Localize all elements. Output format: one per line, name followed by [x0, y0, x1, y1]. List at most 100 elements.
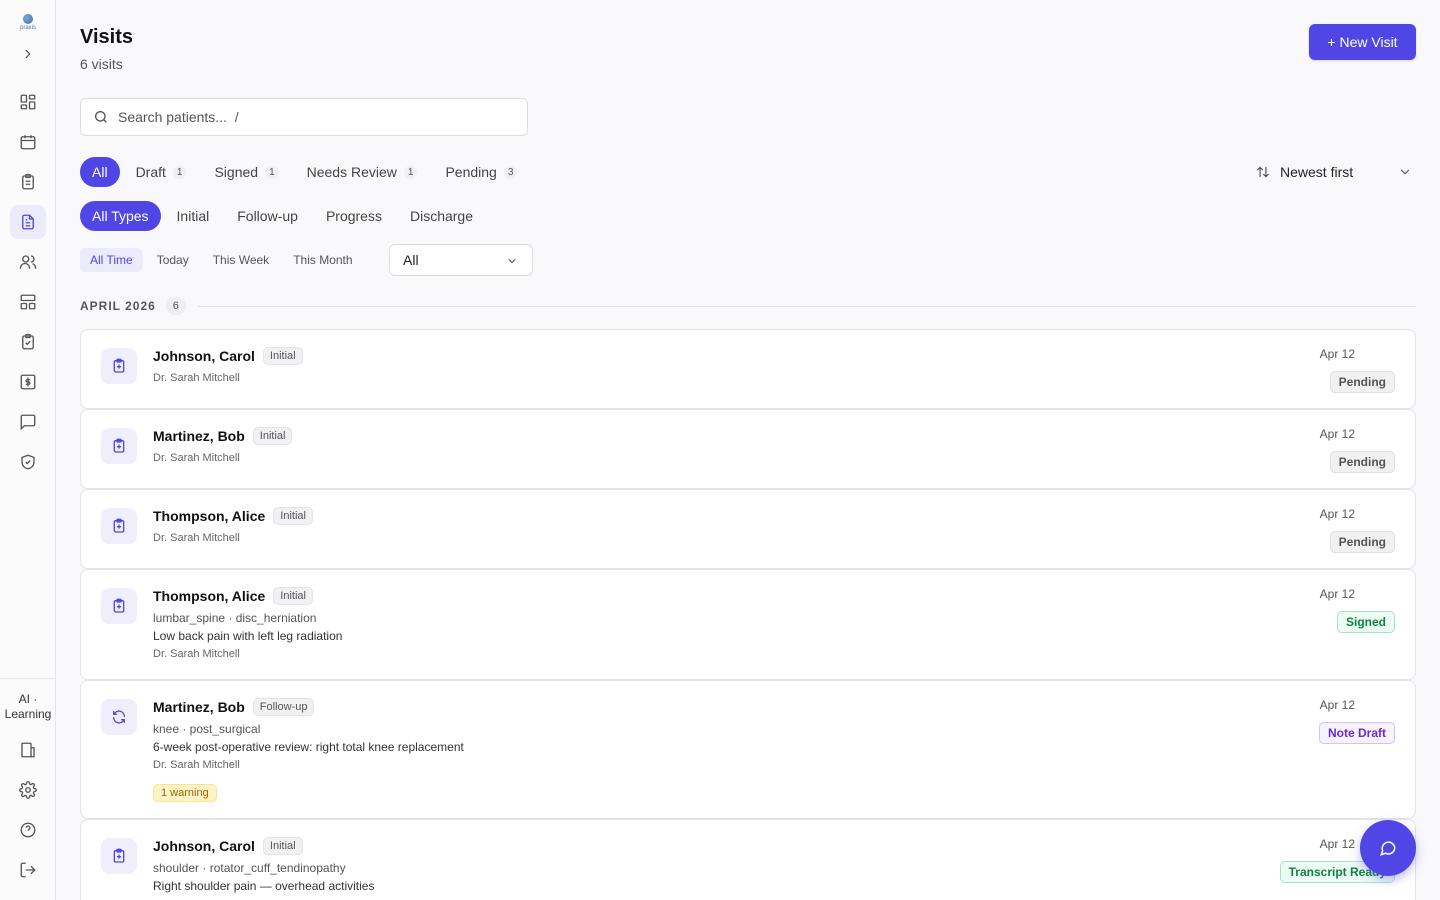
sort-dropdown[interactable]: Newest first	[1256, 160, 1416, 184]
body-region: knee · post_surgical	[153, 722, 261, 736]
search-box[interactable]	[80, 98, 528, 136]
patient-name-text: Martinez, Bob	[153, 428, 245, 444]
visit-card[interactable]: Thompson, Alice Initial lumbar_spine · di…	[80, 569, 1416, 680]
filter-status-needs-review[interactable]: Needs Review 1	[295, 157, 430, 187]
filter-time-all[interactable]: All Time	[80, 248, 143, 272]
filter-label: All	[92, 164, 108, 180]
visit-card[interactable]: Johnson, Carol Initial Dr. Sarah Mitchell…	[80, 329, 1416, 409]
sidebar-item-reviews[interactable]	[10, 325, 46, 359]
sidebar-item-organization[interactable]	[10, 733, 46, 767]
visit-type-icon-box	[101, 838, 137, 874]
sidebar-item-calendar[interactable]	[10, 125, 46, 159]
sidebar-item-tasks[interactable]	[10, 165, 46, 199]
time-filter-bar: All Time Today This Week This Month	[80, 248, 367, 272]
sidebar-item-settings[interactable]	[10, 773, 46, 807]
logo-mark-icon	[23, 14, 33, 24]
visit-card[interactable]: Martinez, Bob Follow-up knee · post_surgi…	[80, 680, 1416, 819]
dollar-icon	[20, 374, 36, 390]
patient-name-text: Thompson, Alice	[153, 588, 266, 604]
patient-name: Thompson, Alice Initial	[153, 587, 313, 605]
filter-type-discharge[interactable]: Discharge	[398, 201, 485, 231]
month-group-count: 6	[165, 297, 186, 315]
visit-card[interactable]: Thompson, Alice Initial Dr. Sarah Mitchel…	[80, 489, 1416, 569]
visit-type-badge: Follow-up	[252, 698, 315, 716]
filter-status-pending[interactable]: Pending 3	[433, 157, 529, 187]
patient-name: Thompson, Alice Initial	[153, 507, 313, 525]
sidebar-item-patients[interactable]	[10, 245, 46, 279]
clipboard-list-icon	[22, 173, 34, 190]
visit-type-badge: Initial	[262, 347, 303, 365]
sidebar-item-billing[interactable]	[10, 365, 46, 399]
patient-name: Martinez, Bob Initial	[153, 427, 293, 445]
chief-complaint: 6-week post-operative review: right tota…	[153, 740, 464, 754]
chevron-down-icon	[508, 259, 516, 264]
filter-time-week[interactable]: This Week	[203, 248, 279, 272]
patient-name-text: Martinez, Bob	[153, 699, 245, 715]
main-content: Visits 6 visits + New Visit All Draft 1 S…	[56, 0, 1440, 900]
body-region: shoulder · rotator_cuff_tendinopathy	[153, 861, 346, 875]
filter-label: Signed	[214, 164, 259, 180]
filter-time-month[interactable]: This Month	[283, 248, 362, 272]
month-group-header: APRIL 2026 6	[80, 296, 1416, 316]
filter-type-initial[interactable]: Initial	[165, 201, 222, 231]
help-icon	[20, 822, 36, 838]
filter-status-draft[interactable]: Draft 1	[124, 157, 199, 187]
filter-status-all[interactable]: All	[80, 157, 120, 187]
sidebar: praxis AI · Learning	[0, 0, 56, 900]
patient-name-text: Johnson, Carol	[153, 838, 255, 854]
logout-icon	[20, 862, 36, 878]
expand-sidebar-button[interactable]	[18, 44, 38, 64]
visit-card[interactable]: Martinez, Bob Initial Dr. Sarah Mitchell …	[80, 409, 1416, 489]
sidebar-item-messages[interactable]	[10, 405, 46, 439]
sidebar-item-compliance[interactable]	[10, 445, 46, 479]
visit-type-badge: Initial	[273, 507, 313, 525]
shield-check-icon	[21, 454, 35, 470]
gear-icon	[19, 781, 37, 799]
warning-badge: 1 warning	[153, 784, 217, 802]
visit-card[interactable]: Johnson, Carol Initial shoulder · rotator…	[80, 819, 1416, 900]
clipboard-check-icon	[22, 333, 34, 350]
provider-name: Dr. Sarah Mitchell	[153, 372, 240, 384]
sidebar-item-help[interactable]	[10, 813, 46, 847]
sidebar-item-visits[interactable]	[10, 205, 46, 239]
filter-type-follow-up[interactable]: Follow-up	[225, 201, 310, 231]
filter-count: 3	[503, 165, 518, 179]
sidebar-item-dashboard[interactable]	[10, 85, 46, 119]
new-visit-button[interactable]: + New Visit	[1309, 24, 1416, 60]
sidebar-item-logout[interactable]	[10, 853, 46, 887]
visit-date: Apr 12	[1319, 837, 1355, 851]
visit-type-icon-box	[101, 348, 137, 384]
filter-label: Needs Review	[306, 164, 397, 180]
visit-count: 6 visits	[80, 56, 123, 72]
logo-text: praxis	[19, 25, 36, 31]
app-logo[interactable]: praxis	[17, 14, 39, 31]
clipboard-plus-icon	[113, 848, 125, 863]
chat-fab-button[interactable]	[1360, 820, 1416, 876]
visit-date: Apr 12	[1319, 347, 1355, 361]
search-input[interactable]	[118, 109, 518, 125]
filter-type-all[interactable]: All Types	[80, 201, 161, 231]
visit-date: Apr 12	[1319, 698, 1355, 712]
visit-date: Apr 12	[1319, 507, 1355, 521]
sort-arrows-icon	[1257, 166, 1269, 178]
divider	[197, 305, 1416, 307]
body-region: lumbar_spine · disc_herniation	[153, 611, 317, 625]
ai-learning-label[interactable]: AI · Learning	[0, 692, 56, 722]
sidebar-item-templates[interactable]	[10, 285, 46, 319]
visit-type-icon-box	[101, 588, 137, 624]
page-title: Visits	[80, 26, 133, 48]
filter-status-signed[interactable]: Signed 1	[202, 157, 290, 187]
filter-time-today[interactable]: Today	[147, 248, 199, 272]
provider-select-value: All	[403, 252, 419, 268]
status-badge: Pending	[1329, 371, 1395, 393]
provider-name: Dr. Sarah Mitchell	[153, 648, 240, 660]
provider-select[interactable]: All	[389, 244, 533, 276]
filter-type-progress[interactable]: Progress	[314, 201, 394, 231]
status-badge: Pending	[1329, 451, 1395, 473]
type-filter-bar: All Types Initial Follow-up Progress Dis…	[80, 201, 489, 231]
filter-count: 1	[403, 165, 418, 179]
document-icon	[22, 214, 34, 230]
filter-label: Pending	[445, 164, 497, 180]
refresh-icon	[113, 710, 125, 724]
chief-complaint: Low back pain with left leg radiation	[153, 629, 343, 643]
